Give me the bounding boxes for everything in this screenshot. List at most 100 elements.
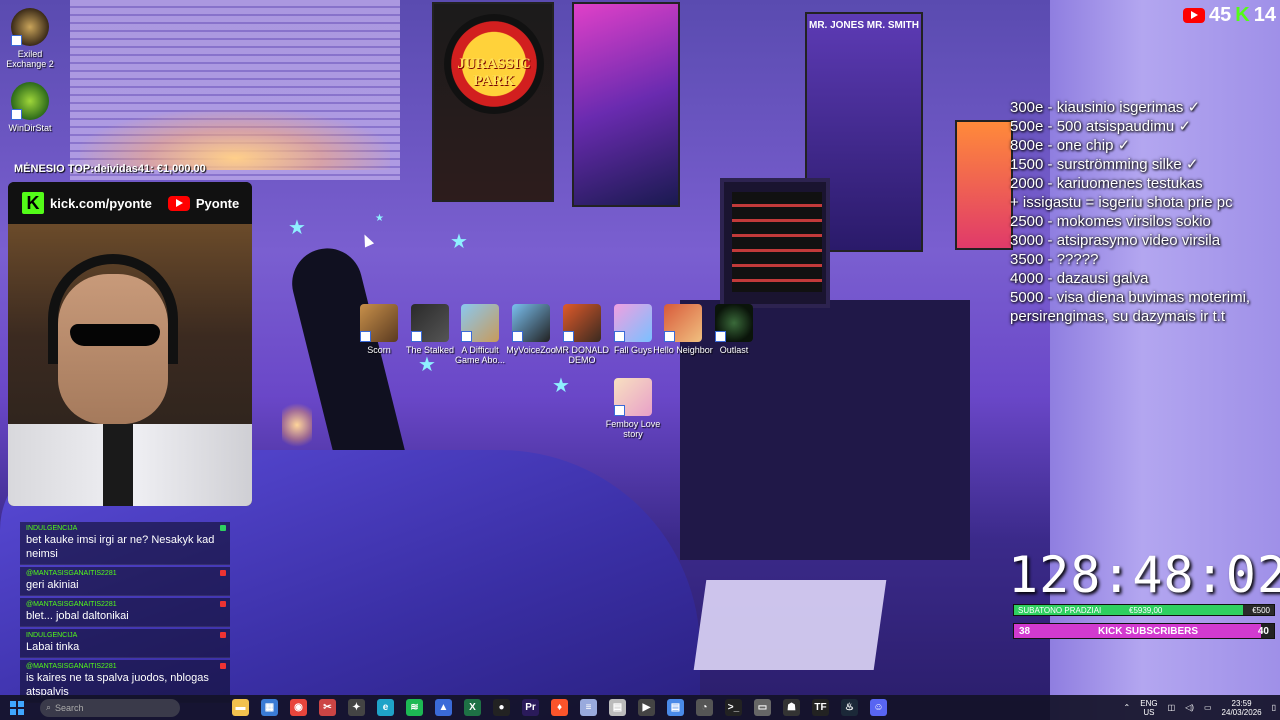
outlast-icon xyxy=(715,304,753,342)
chat-username: INDULGENCIJA xyxy=(26,632,78,639)
chat-badge-icon xyxy=(220,601,226,607)
clipboard-icon[interactable]: ▤ xyxy=(609,699,626,716)
chat-username: @MANTASISGANAITIS2281 xyxy=(26,570,117,577)
jurassic-park-poster: JURASSIC PARK xyxy=(432,2,554,202)
difficult-game-icon xyxy=(461,304,499,342)
windows-logo-icon xyxy=(18,700,24,707)
window-icon[interactable]: ▭ xyxy=(754,699,771,716)
glow-star-icon: ★ xyxy=(450,231,468,253)
obs-icon[interactable]: ● xyxy=(493,699,510,716)
tray-clock[interactable]: 23:59 24/03/2026 xyxy=(1222,699,1262,717)
sunglasses xyxy=(70,324,160,346)
webcam-video xyxy=(8,224,252,506)
chrome-icon[interactable]: ◉ xyxy=(290,699,307,716)
chat-text: Labai tinka xyxy=(26,641,80,653)
goal-item: 1500 - surströmming silke ✓ xyxy=(1010,156,1199,173)
brave-icon[interactable]: ♦ xyxy=(551,699,568,716)
chat-text: bet kauke imsi irgi ar ne? Nesakyk kad n… xyxy=(26,534,215,560)
kick-icon: K xyxy=(1235,4,1250,26)
chat-badge-icon xyxy=(220,570,226,576)
desktop-icon-femboy-love-story[interactable]: Femboy Love story xyxy=(603,378,663,439)
goal-item: 5000 - visa diena buvimas moterimi, pers… xyxy=(1010,289,1251,325)
steam-icon[interactable]: ♨ xyxy=(841,699,858,716)
pizza-box xyxy=(693,580,887,670)
desktop-icon-exiled-exchange[interactable]: Exiled Exchange 2 xyxy=(0,8,60,69)
jurassic-park-title: JURASSIC PARK xyxy=(457,56,531,89)
game-controller-icon[interactable]: ☗ xyxy=(783,699,800,716)
windows-logo-icon xyxy=(10,700,16,707)
kick-viewer-count: 14 xyxy=(1253,4,1276,26)
subathon-bar-goal: €500 xyxy=(1252,606,1270,615)
goal-item: 500e - 500 atsispaudimu ✓ xyxy=(1010,118,1192,135)
snipping-tool-icon[interactable]: ✂ xyxy=(319,699,336,716)
youtube-viewer-count: 45 xyxy=(1209,4,1232,26)
windirstat-icon xyxy=(11,82,49,120)
language-indicator[interactable]: ENG US xyxy=(1140,699,1157,717)
desktop-icon-outlast[interactable]: Outlast xyxy=(704,304,764,355)
desktop-icon-label: Fall Guys xyxy=(613,345,652,355)
goal-item: 3500 - ????? xyxy=(1010,251,1099,268)
terminal-icon[interactable]: >_ xyxy=(725,699,742,716)
youtube-channel-name: Pyonte xyxy=(195,195,240,211)
kick-url: kick.com/pyonte xyxy=(50,195,152,211)
photos-icon[interactable]: ▲ xyxy=(435,699,452,716)
battery-icon[interactable]: ▭ xyxy=(1204,703,1212,712)
edge-icon[interactable]: e xyxy=(377,699,394,716)
notepad-icon[interactable]: ≡ xyxy=(580,699,597,716)
file-explorer-icon[interactable]: ▬ xyxy=(232,699,249,716)
spotify-icon[interactable]: ≋ xyxy=(406,699,423,716)
capcut-icon[interactable]: ✦ xyxy=(348,699,365,716)
donation-goals-list: 300e - kiausinio isgerimas ✓ 500e - 500 … xyxy=(1010,98,1280,326)
headphones xyxy=(48,254,178,364)
desktop-icon-label: The Stalked xyxy=(405,345,455,355)
crt-tv xyxy=(720,178,830,308)
notifications-icon[interactable]: ▯ xyxy=(1272,703,1276,712)
tf-icon[interactable]: TF xyxy=(812,699,829,716)
chat-message: INDULGENCIJA Labai tinka xyxy=(20,629,230,658)
language-top: ENG xyxy=(1140,698,1158,708)
kick-subs-goal: 40 xyxy=(1257,626,1269,637)
search-placeholder: Search xyxy=(55,702,84,713)
desktop-icon-label: WinDirStat xyxy=(8,123,52,133)
language-bottom: US xyxy=(1143,707,1155,717)
subathon-progress-bar: SUBATONO PRADZIAI €5939,00 €500 xyxy=(1013,604,1275,616)
taskbar-search-box[interactable]: ⌕ Search xyxy=(40,698,180,717)
tray-chevron-up-icon[interactable]: ⌃ xyxy=(1124,703,1131,712)
chat-message: @MANTASISGANAITIS2281 geri akiniai xyxy=(20,567,230,596)
discord-icon[interactable]: ☺ xyxy=(870,699,887,716)
kick-subs-current: 38 xyxy=(1019,626,1031,637)
glow-star-icon: ★ xyxy=(552,375,570,397)
media-player-icon[interactable]: ▶ xyxy=(638,699,655,716)
youtube-logo-icon xyxy=(167,195,190,211)
chat-username: @MANTASISGANAITIS2281 xyxy=(26,601,117,608)
hello-neighbor-icon xyxy=(664,304,702,342)
chat-username: @MANTASISGANAITIS2281 xyxy=(26,663,117,670)
goal-item: 4000 - dazausi galva xyxy=(1010,270,1149,287)
goal-item: 300e - kiausinio isgerimas ✓ xyxy=(1010,99,1201,116)
goal-item: 800e - one chip ✓ xyxy=(1010,137,1131,154)
network-icon[interactable]: ◫ xyxy=(1168,703,1176,712)
speedometer-icon[interactable]: ◔ xyxy=(696,699,713,716)
webcam-overlay: K kick.com/pyonte Pyonte xyxy=(8,182,252,506)
kick-subs-label: KICK SUBSCRIBERS xyxy=(1098,626,1199,637)
femboy-love-story-icon xyxy=(614,378,652,416)
volume-icon[interactable]: ◁) xyxy=(1185,703,1194,712)
windows-logo-icon xyxy=(10,708,16,715)
chat-message: @MANTASISGANAITIS2281 blet... jobal dalt… xyxy=(20,598,230,627)
docs-icon[interactable]: ▤ xyxy=(667,699,684,716)
exiled-exchange-icon xyxy=(11,8,49,46)
window-city-glow xyxy=(80,110,390,170)
scorn-icon xyxy=(360,304,398,342)
desktop-icon-label: MR DONALD DEMO xyxy=(554,345,609,365)
excel-icon[interactable]: X xyxy=(464,699,481,716)
windows-logo-icon xyxy=(18,708,24,715)
batman-poster xyxy=(572,2,680,207)
desktop-icon-windirstat[interactable]: WinDirStat xyxy=(0,82,60,133)
men-in-black-title: MR. JONES MR. SMITH xyxy=(808,20,919,31)
power-rangers-poster xyxy=(955,120,1013,250)
calendar-icon[interactable]: ▦ xyxy=(261,699,278,716)
night-lamp-glow xyxy=(282,400,312,450)
glow-star-icon: ★ xyxy=(288,217,306,239)
start-button[interactable] xyxy=(6,697,28,719)
premiere-icon[interactable]: Pr xyxy=(522,699,539,716)
